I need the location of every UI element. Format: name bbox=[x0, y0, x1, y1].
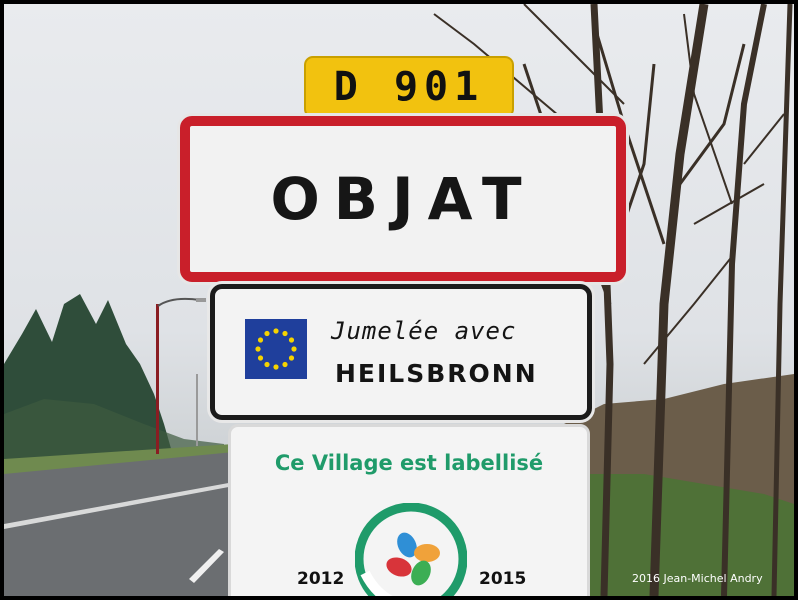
flower-logo-icon bbox=[355, 503, 467, 596]
town-sign: OBJAT bbox=[180, 116, 626, 282]
twin-line2: HEILSBRONN bbox=[335, 359, 538, 388]
photo-frame: D 901 OBJAT Jumelée avec HEILSBRONN Ce V… bbox=[0, 0, 798, 600]
label-title: Ce Village est labellisé bbox=[274, 451, 544, 475]
route-sign: D 901 bbox=[304, 56, 514, 118]
eu-flag-icon bbox=[245, 319, 307, 379]
twinning-sign: Jumelée avec HEILSBRONN bbox=[210, 284, 592, 420]
photo-credit: 2016 Jean-Michel Andry bbox=[632, 572, 763, 585]
lamp-post-far bbox=[196, 374, 198, 446]
lamp-post bbox=[156, 304, 159, 454]
label-sign: Ce Village est labellisé 2012 2015 bbox=[228, 424, 590, 596]
label-year-end: 2015 bbox=[479, 569, 527, 589]
route-number: D 901 bbox=[333, 64, 485, 110]
label-year-start: 2012 bbox=[297, 569, 345, 589]
twin-line1: Jumelée avec bbox=[331, 317, 517, 345]
town-name: OBJAT bbox=[270, 165, 536, 233]
photograph: D 901 OBJAT Jumelée avec HEILSBRONN Ce V… bbox=[4, 4, 794, 596]
lamp-arm bbox=[157, 297, 201, 307]
lamp-head bbox=[196, 298, 206, 302]
eu-stars bbox=[255, 328, 297, 370]
